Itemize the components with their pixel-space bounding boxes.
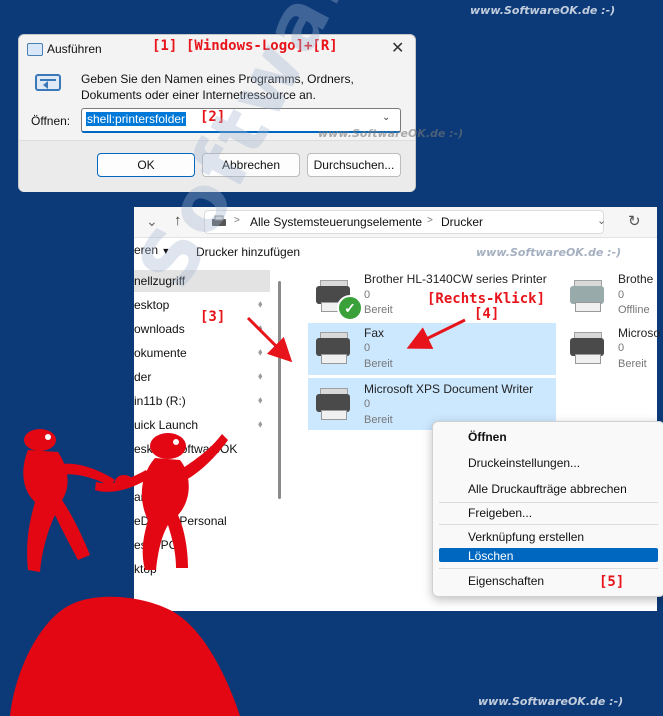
context-menu: Öffnen Druckeinstellungen... Alle Drucka…	[432, 421, 663, 597]
menu-item-open[interactable]: Öffnen	[468, 430, 507, 444]
annotation-2: [2]	[200, 109, 226, 125]
run-description: Geben Sie den Namen eines Programms, Ord…	[81, 71, 354, 103]
breadcrumb-sep-icon: >	[427, 215, 433, 226]
printer-name[interactable]: Microsoft XPS Document Writer	[364, 382, 533, 396]
menu-item-print-settings[interactable]: Druckeinstellungen...	[468, 456, 580, 470]
printer-icon[interactable]	[568, 330, 606, 364]
sidebar-item-label: der	[134, 370, 152, 384]
printer-name[interactable]: Microso	[618, 326, 660, 340]
refresh-icon[interactable]: ↻	[628, 212, 641, 230]
breadcrumb-sep-icon: >	[234, 215, 240, 226]
cancel-button[interactable]: Abbrechen	[202, 153, 300, 177]
breadcrumb-current[interactable]: Drucker	[441, 215, 483, 229]
printer-status: Offline	[618, 304, 650, 316]
printer-count: 0	[618, 342, 625, 354]
address-bar[interactable]: > Alle Systemsteuerungselemente > Drucke…	[204, 210, 606, 234]
printer-name[interactable]: Brother HL-3140CW series Printer	[364, 272, 547, 286]
printer-count: 0	[618, 289, 625, 301]
menu-item-create-shortcut[interactable]: Verknüpfung erstellen	[468, 530, 584, 544]
ok-button[interactable]: OK	[97, 153, 195, 177]
sidebar-item-label: okumente	[134, 346, 187, 360]
annotation-arrows	[246, 316, 466, 363]
annotation-5: [5]	[599, 574, 625, 590]
sidebar-item-label: in11b (R:)	[134, 394, 186, 408]
toolbar-more[interactable]: eren ▼	[134, 243, 170, 257]
forward-arrow-icon[interactable]: ⌄	[146, 213, 158, 230]
add-printer-button[interactable]: Drucker hinzufügen	[196, 245, 300, 259]
up-arrow-icon[interactable]: ↑	[174, 212, 182, 229]
chevron-down-icon[interactable]: ⌄	[597, 214, 606, 227]
chevron-down-icon[interactable]: ⌄	[382, 112, 390, 123]
printer-status: Bereit	[618, 358, 647, 370]
sidebar-item-label: ownloads	[134, 322, 185, 336]
open-input-value: shell:printersfolder	[86, 112, 187, 126]
run-description-line1: Geben Sie den Namen eines Programms, Ord…	[81, 72, 354, 86]
toolbar-more-label: eren	[134, 243, 159, 257]
pin-icon[interactable]: ⬧	[258, 390, 263, 412]
close-icon[interactable]: ✕	[391, 38, 404, 58]
dropdown-arrow-icon: ▼	[161, 246, 171, 256]
run-description-line2: Dokuments oder einer Internetressource a…	[81, 88, 316, 102]
open-label: Öffnen:	[31, 114, 71, 128]
run-program-icon	[35, 73, 65, 93]
sidebar-item[interactable]: nellzugriff	[134, 270, 270, 292]
annotation-1-keys: [Windows-Logo]+[R]	[186, 38, 338, 54]
printer-icon[interactable]	[314, 386, 352, 420]
annotation-1: [1]	[152, 38, 178, 54]
run-app-icon	[27, 43, 43, 56]
menu-item-properties[interactable]: Eigenschaften	[468, 574, 544, 588]
run-dialog-title: Ausführen	[47, 42, 102, 56]
annotation-3: [3]	[200, 309, 226, 325]
sidebar-item-label: nellzugriff	[134, 274, 186, 288]
sidebar-item[interactable]: in11b (R:) ⬧	[134, 390, 270, 412]
mascot-illustration	[10, 429, 240, 716]
printer-icon[interactable]	[568, 278, 606, 312]
breadcrumb-root[interactable]: Alle Systemsteuerungselemente	[250, 215, 422, 229]
printer-folder-icon	[211, 215, 227, 227]
menu-separator	[439, 502, 658, 503]
watermark-middle: www.SoftwareOK.de :-)	[318, 127, 464, 140]
printer-status: Bereit	[364, 414, 393, 426]
watermark-explorer: www.SoftwareOK.de :-)	[476, 246, 622, 259]
printer-name[interactable]: Brothe	[618, 272, 653, 286]
menu-separator	[439, 524, 658, 525]
menu-item-share[interactable]: Freigeben...	[468, 506, 532, 520]
browse-button[interactable]: Durchsuchen...	[307, 153, 401, 177]
watermark-top: www.SoftwareOK.de :-)	[470, 4, 616, 17]
sidebar-item-label: esktop	[134, 298, 170, 312]
printer-count: 0	[364, 398, 371, 410]
menu-separator	[439, 568, 658, 569]
menu-item-delete[interactable]: Löschen	[468, 549, 513, 563]
watermark-bottom: www.SoftwareOK.de :-)	[478, 695, 624, 708]
menu-item-cancel-all[interactable]: Alle Druckaufträge abbrechen	[468, 482, 627, 496]
